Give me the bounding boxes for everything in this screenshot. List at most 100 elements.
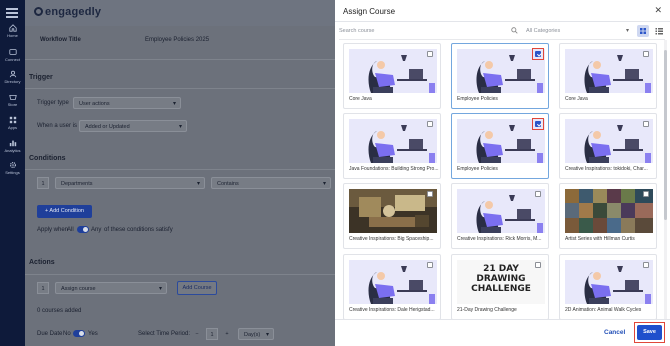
course-card[interactable]: Employee Policies [451, 113, 549, 179]
nav-label-connect: Connect [5, 57, 20, 62]
connect-icon [8, 49, 17, 55]
course-thumbnail [565, 119, 653, 163]
add-condition-button[interactable]: + Add Condition [37, 205, 92, 218]
nav-item-connect[interactable]: Connect [0, 48, 25, 62]
course-checkbox[interactable] [427, 262, 433, 268]
modal-title: Assign Course [343, 7, 396, 16]
course-checkbox[interactable] [535, 262, 541, 268]
category-select[interactable]: All Categories [526, 25, 631, 37]
brand-name: engagedly [45, 6, 102, 18]
course-thumbnail [349, 189, 437, 233]
course-card[interactable]: 2D Animation: Animal Walk Cycles [559, 254, 657, 320]
course-card[interactable]: Creative Inspirations: Rick Morris, M... [451, 183, 549, 249]
conditions-heading: Conditions [29, 155, 66, 162]
nav-label-apps: Apps [7, 125, 18, 130]
course-checkbox[interactable] [643, 191, 649, 197]
condition-operator-select[interactable]: Contains [211, 177, 331, 189]
course-card[interactable]: Creative Inspirations: Big Spaceship... [343, 183, 441, 249]
course-checkbox[interactable] [643, 51, 649, 57]
apply-when-label: Apply when [37, 227, 69, 233]
due-date-toggle[interactable] [73, 330, 85, 337]
course-name: Java Foundations: Building Strong Pro... [349, 166, 439, 172]
nav-item-home[interactable]: Home [0, 24, 25, 38]
courses-added-count: 0 courses added [37, 308, 82, 314]
action-number: 1 [37, 282, 49, 294]
search-input[interactable]: Search course [339, 25, 522, 37]
home-icon [8, 24, 17, 32]
course-card[interactable]: Creative Inspirations: tokidoki, Char... [559, 113, 657, 179]
period-increment-button[interactable]: + [221, 328, 233, 340]
when-user-select[interactable]: Added or Updated [79, 120, 187, 132]
course-card[interactable]: 21 DAY DRAWING CHALLENGE 21-Day Drawing … [451, 254, 549, 320]
when-user-label: When a user is [37, 123, 78, 129]
course-checkbox[interactable] [427, 51, 433, 57]
analytics-icon [9, 140, 16, 147]
condition-number: 1 [37, 177, 49, 189]
course-thumbnail [565, 189, 653, 233]
nav-label-analytics: Analytics [4, 148, 21, 153]
nav-label-directory: Directory [4, 79, 21, 84]
course-card[interactable]: Employee Policies [451, 43, 549, 109]
course-name: Artist Series with Hillman Curtis [565, 236, 635, 242]
nav-item-settings[interactable]: Settings [0, 161, 25, 175]
add-course-button[interactable]: Add Course [177, 281, 217, 295]
course-list-scrollbar[interactable] [664, 40, 667, 320]
nav-label-store: Store [7, 102, 18, 107]
course-name: Creative Inspirations: Dale Herigstad... [349, 307, 435, 313]
nav-item-store[interactable]: Store [0, 93, 25, 107]
close-icon[interactable]: ✕ [654, 5, 662, 16]
course-thumbnail: 21 DAY DRAWING CHALLENGE [457, 260, 545, 304]
due-yes-option[interactable]: Yes [88, 331, 98, 337]
settings-icon [9, 162, 16, 168]
trigger-type-select[interactable]: User actions [73, 97, 181, 109]
apply-toggle[interactable] [77, 226, 89, 233]
due-date-label: Due Date [37, 331, 63, 337]
directory-icon [9, 70, 16, 78]
nav-item-directory[interactable]: Directory [0, 70, 25, 84]
workflow-title-label: Workflow Title [40, 37, 81, 43]
apply-any-option[interactable]: Any [91, 227, 101, 233]
course-card[interactable]: Core Java [343, 43, 441, 109]
apply-all-option[interactable]: All [67, 227, 74, 233]
course-checkbox[interactable] [643, 121, 649, 127]
action-select[interactable]: Assign course [55, 282, 167, 294]
nav-item-apps[interactable]: Apps [0, 116, 25, 130]
save-button[interactable]: Save [637, 325, 662, 340]
course-checkbox[interactable] [427, 121, 433, 127]
workflow-title-input[interactable]: Employee Policies 2025 [145, 37, 209, 43]
course-name: Employee Policies [457, 166, 498, 172]
logo-mark-icon [34, 7, 43, 16]
nav-item-analytics[interactable]: Analytics [0, 139, 25, 153]
course-name: Creative Inspirations: Rick Morris, M... [457, 236, 542, 242]
cancel-button[interactable]: Cancel [604, 329, 625, 336]
course-card[interactable]: Java Foundations: Building Strong Pro... [343, 113, 441, 179]
menu-icon[interactable] [6, 8, 18, 20]
trigger-type-label: Trigger type [37, 100, 69, 106]
course-checkbox[interactable] [643, 262, 649, 268]
brand-logo[interactable]: engagedly [34, 6, 101, 18]
course-checkbox[interactable] [427, 191, 433, 197]
list-view-icon [655, 28, 663, 35]
due-no-option[interactable]: No [63, 331, 71, 337]
time-period-label: Select Time Period: [138, 331, 191, 337]
course-thumbnail [565, 260, 653, 304]
course-card[interactable]: Artist Series with Hillman Curtis [559, 183, 657, 249]
apps-icon [9, 116, 16, 124]
course-card[interactable]: Core Java [559, 43, 657, 109]
scrollbar-thumb[interactable] [664, 50, 667, 220]
course-name: Employee Policies [457, 96, 498, 102]
period-unit-select[interactable]: Day(s) [238, 328, 274, 340]
course-name: Core Java [565, 96, 588, 102]
course-name: 21-Day Drawing Challenge [457, 307, 517, 313]
selection-highlight [532, 48, 544, 60]
course-card[interactable]: Creative Inspirations: Dale Herigstad... [343, 254, 441, 320]
condition-field-select[interactable]: Departments [55, 177, 205, 189]
course-checkbox[interactable] [535, 191, 541, 197]
course-name: Core Java [349, 96, 372, 102]
grid-view-button[interactable] [637, 25, 649, 37]
period-value-input[interactable]: 1 [206, 328, 218, 340]
search-icon[interactable] [511, 27, 518, 34]
list-view-button[interactable] [653, 25, 665, 37]
period-decrement-button[interactable]: − [191, 328, 203, 340]
nav-label-settings: Settings [5, 170, 20, 175]
